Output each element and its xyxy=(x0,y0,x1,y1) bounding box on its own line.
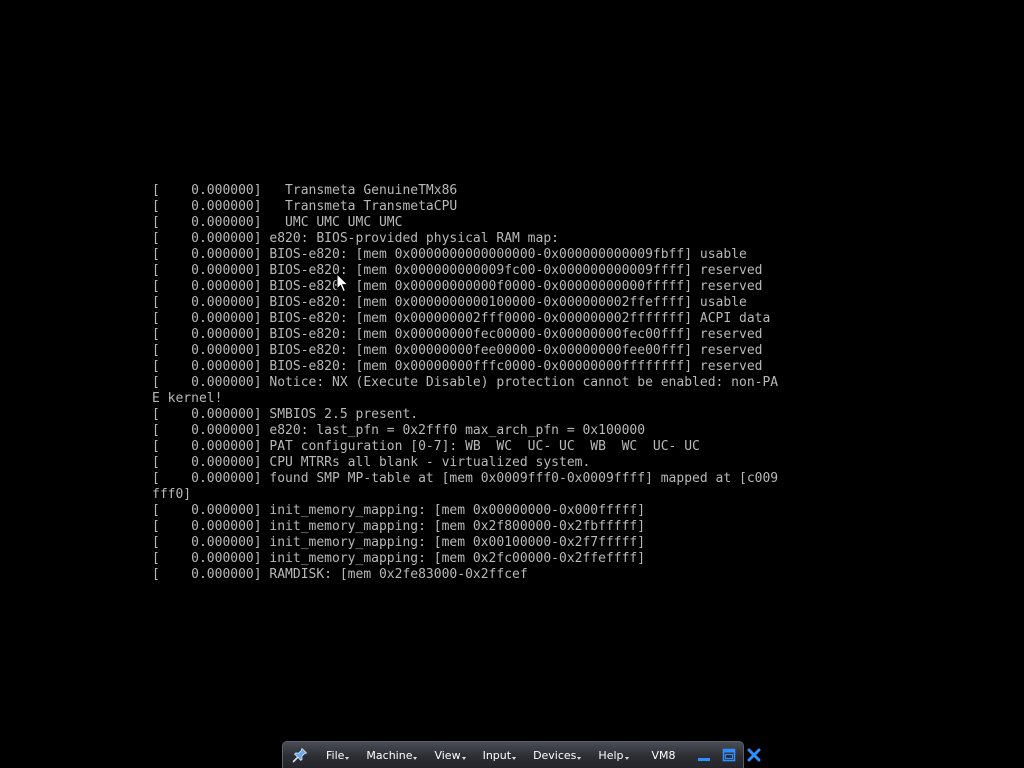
console-line: [ 0.000000] CPU MTRRs all blank - virtua… xyxy=(152,455,591,470)
minimize-icon[interactable] xyxy=(696,747,712,763)
console-line: [ 0.000000] e820: last_pfn = 0x2fff0 max… xyxy=(152,423,646,438)
menu-view[interactable]: View xyxy=(434,749,466,762)
console-line: [ 0.000000] SMBIOS 2.5 present. xyxy=(152,407,419,422)
console-line: E kernel! xyxy=(152,391,223,406)
console-line: [ 0.000000] BIOS-e820: [mem 0x000000002f… xyxy=(152,311,771,326)
console-line: [ 0.000000] UMC UMC UMC UMC xyxy=(152,215,403,230)
console-line: [ 0.000000] RAMDISK: [mem 0x2fe83000-0x2… xyxy=(152,567,528,582)
console-line: [ 0.000000] found SMP MP-table at [mem 0… xyxy=(152,471,779,486)
console-line: [ 0.000000] PAT configuration [0-7]: WB … xyxy=(152,439,700,454)
console-line: [ 0.000000] Transmeta GenuineTMx86 xyxy=(152,183,458,198)
menu-help[interactable]: Help xyxy=(598,749,629,762)
console-line: [ 0.000000] init_memory_mapping: [mem 0x… xyxy=(152,519,646,534)
console-line: [ 0.000000] BIOS-e820: [mem 0x00000000fe… xyxy=(152,327,763,342)
mouse-cursor-icon xyxy=(336,272,350,293)
pin-icon[interactable] xyxy=(292,746,308,764)
menu-machine[interactable]: Machine xyxy=(366,749,418,762)
boot-console: [ 0.000000] Transmeta GenuineTMx86 [ 0.0… xyxy=(152,183,892,583)
console-line: [ 0.000000] BIOS-e820: [mem 0x00000000fe… xyxy=(152,343,763,358)
console-line: [ 0.000000] BIOS-e820: [mem 0x0000000000… xyxy=(152,247,747,262)
console-line: [ 0.000000] init_memory_mapping: [mem 0x… xyxy=(152,535,646,550)
console-line: [ 0.000000] Transmeta TransmetaCPU xyxy=(152,199,458,214)
vm-display[interactable]: [ 0.000000] Transmeta GenuineTMx86 [ 0.0… xyxy=(0,0,1024,768)
menu-input[interactable]: Input xyxy=(483,749,517,762)
console-line: [ 0.000000] e820: BIOS-provided physical… xyxy=(152,231,559,246)
console-line: [ 0.000000] BIOS-e820: [mem 0x00000000ff… xyxy=(152,359,763,374)
vm-name-label: VM8 xyxy=(651,748,676,762)
console-line: fff0] xyxy=(152,487,192,502)
console-line: [ 0.000000] BIOS-e820: [mem 0x0000000000… xyxy=(152,263,763,278)
console-line: [ 0.000000] BIOS-e820: [mem 0x0000000000… xyxy=(152,295,747,310)
console-line: [ 0.000000] init_memory_mapping: [mem 0x… xyxy=(152,551,646,566)
close-icon[interactable] xyxy=(746,747,762,763)
console-line: [ 0.000000] init_memory_mapping: [mem 0x… xyxy=(152,503,646,518)
menu-file[interactable]: File xyxy=(326,749,350,762)
restore-icon[interactable] xyxy=(721,747,737,763)
menu-devices[interactable]: Devices xyxy=(533,749,582,762)
console-line: [ 0.000000] BIOS-e820: [mem 0x0000000000… xyxy=(152,279,763,294)
console-line: [ 0.000000] Notice: NX (Execute Disable)… xyxy=(152,375,779,390)
vm-mini-toolbar: File Machine View Input Devices Help VM8 xyxy=(282,741,761,768)
